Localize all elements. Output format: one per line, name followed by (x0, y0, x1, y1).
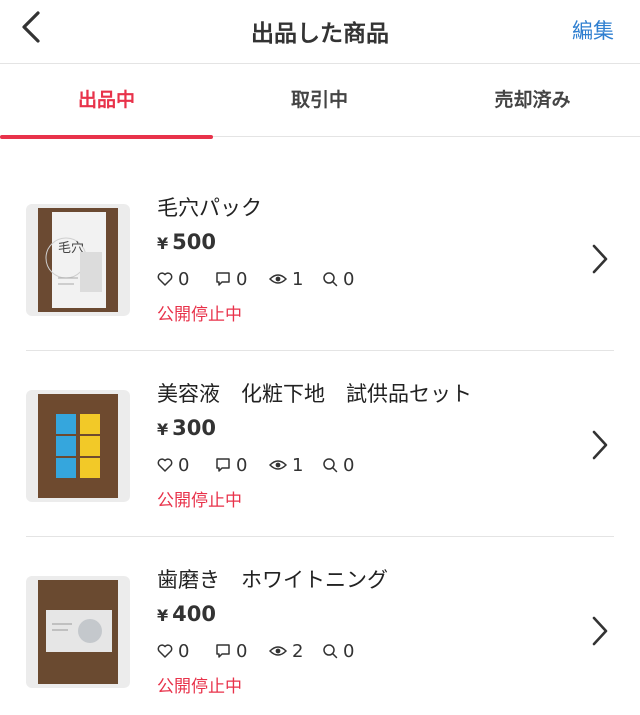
comments-stat: 0 (215, 267, 247, 291)
product-image: 毛穴 (38, 208, 118, 312)
eye-icon (269, 646, 287, 656)
product-image (38, 394, 118, 498)
status-label: 公開停止中 (157, 491, 242, 511)
status-label: 公開停止中 (157, 677, 242, 697)
searches-stat: 0 (322, 453, 354, 477)
views-stat: 1 (269, 453, 303, 477)
comments-stat: 0 (215, 453, 247, 477)
header-bar: 出品した商品 編集 (0, 0, 640, 64)
tab-in-progress[interactable]: 取引中 (213, 65, 426, 137)
edit-button[interactable]: 編集 (572, 15, 614, 45)
search-icon (323, 272, 338, 287)
likes-stat: 0 (157, 267, 189, 291)
page-title: 出品した商品 (251, 21, 389, 47)
tab-sold[interactable]: 売却済み (426, 65, 639, 137)
searches-stat: 0 (322, 639, 354, 663)
likes-stat: 0 (157, 639, 189, 663)
search-icon (323, 458, 338, 473)
product-thumbnail: 毛穴 (26, 204, 130, 316)
list-item[interactable]: 毛穴 毛穴パック ¥500 0 0 1 0 公開停止中 (0, 138, 640, 325)
item-title: 毛穴パック (157, 196, 262, 220)
product-thumbnail (26, 576, 130, 688)
tab-label: 売却済み (494, 89, 571, 111)
item-price: ¥500 (157, 230, 216, 254)
status-tabs: 出品中 取引中 売却済み (0, 65, 640, 139)
item-price: ¥300 (157, 416, 216, 440)
comments-stat: 0 (215, 639, 247, 663)
eye-icon (269, 460, 287, 470)
item-title: 歯磨き ホワイトニング (157, 568, 388, 592)
heart-icon (157, 272, 173, 286)
chevron-right-icon[interactable] (589, 242, 611, 276)
views-stat: 2 (269, 639, 303, 663)
status-label: 公開停止中 (157, 305, 242, 325)
comment-icon (216, 458, 230, 472)
product-thumbnail (26, 390, 130, 502)
heart-icon (157, 644, 173, 658)
item-title: 美容液 化粧下地 試供品セット (157, 382, 472, 406)
item-price: ¥400 (157, 602, 216, 626)
comment-icon (216, 272, 230, 286)
chevron-right-icon[interactable] (589, 428, 611, 462)
search-icon (323, 644, 338, 659)
tab-listing[interactable]: 出品中 (0, 65, 213, 139)
chevron-right-icon[interactable] (589, 614, 611, 648)
likes-stat: 0 (157, 453, 189, 477)
tab-label: 出品中 (77, 89, 135, 111)
eye-icon (269, 274, 287, 284)
product-image (38, 580, 118, 684)
list-item[interactable]: 美容液 化粧下地 試供品セット ¥300 0 0 1 0 公開停止中 (0, 324, 640, 511)
views-stat: 1 (269, 267, 303, 291)
heart-icon (157, 458, 173, 472)
comment-icon (216, 644, 230, 658)
tab-label: 取引中 (290, 89, 348, 111)
list-item[interactable]: 歯磨き ホワイトニング ¥400 0 0 2 0 公開停止中 (0, 510, 640, 697)
searches-stat: 0 (322, 267, 354, 291)
